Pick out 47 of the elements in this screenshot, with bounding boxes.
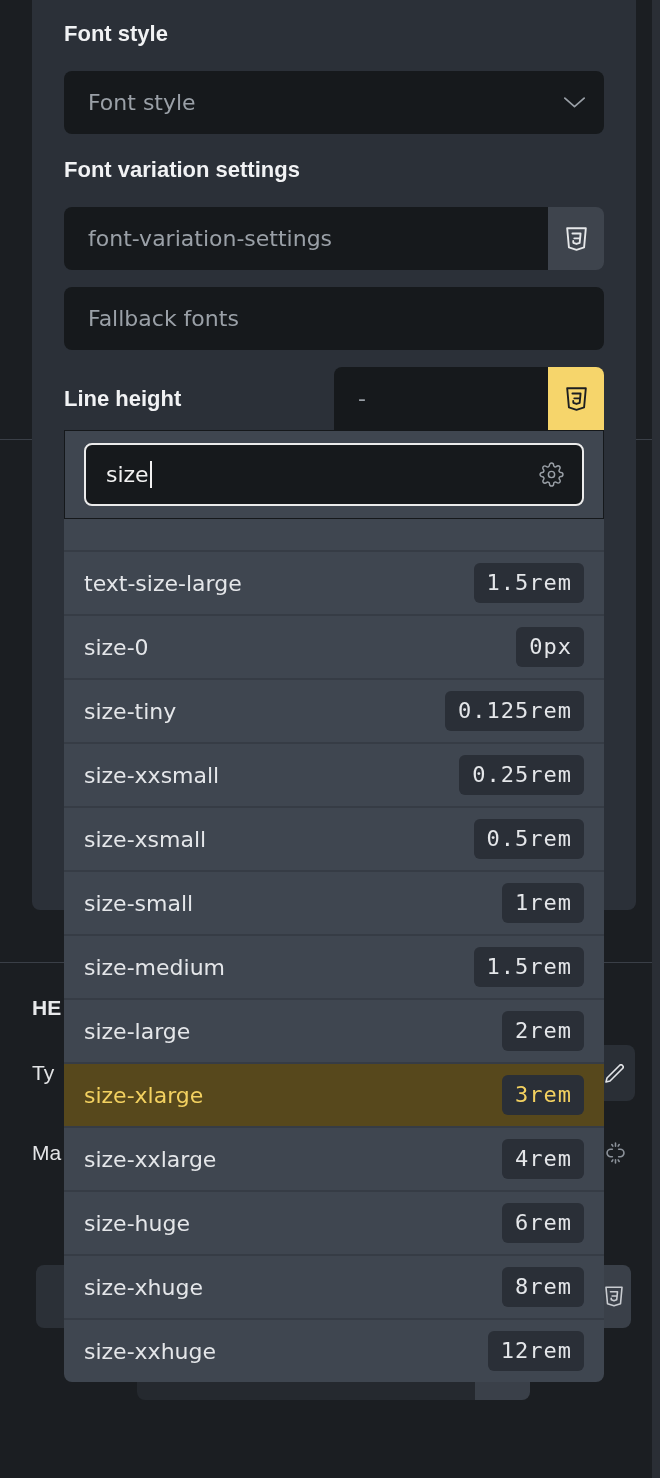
value-badge: 0.5rem bbox=[473, 819, 584, 859]
section-heading: HE bbox=[32, 995, 62, 1021]
select-field[interactable]: Font style bbox=[64, 71, 604, 134]
menu-option[interactable]: size-huge 6rem bbox=[64, 1190, 604, 1254]
menu-option[interactable]: size-xsmall 0.5rem bbox=[64, 806, 604, 870]
icon-button[interactable] bbox=[548, 367, 604, 430]
value-badge: 0.125rem bbox=[445, 691, 584, 731]
input-field[interactable]: Fallback fonts bbox=[64, 287, 604, 350]
menu-option[interactable]: text-size-large 1.5rem bbox=[64, 550, 604, 614]
field-label: Ty bbox=[32, 1060, 55, 1086]
pencil-icon bbox=[605, 1063, 624, 1083]
shield-icon bbox=[605, 1286, 623, 1307]
value-badge: 4rem bbox=[502, 1139, 584, 1179]
value-badge: 1rem bbox=[502, 883, 584, 923]
value-badge: 1.5rem bbox=[473, 947, 584, 987]
value-badge: 12rem bbox=[487, 1331, 584, 1371]
chevron-down-icon bbox=[564, 97, 585, 108]
menu-option[interactable]: size-tiny 0.125rem bbox=[64, 678, 604, 742]
settings-icon[interactable] bbox=[539, 462, 564, 487]
shield-icon bbox=[565, 226, 587, 251]
menu-option[interactable]: size-xxhuge 12rem bbox=[64, 1318, 604, 1382]
value-badge: 2rem bbox=[502, 1011, 584, 1051]
field-label: Line height bbox=[64, 385, 182, 412]
field-label: Font style bbox=[64, 21, 168, 47]
broken-link-icon[interactable] bbox=[606, 1142, 625, 1164]
field-label: Ma bbox=[32, 1140, 62, 1166]
value-badge: 1.5rem bbox=[473, 563, 584, 603]
menu-option[interactable]: size-0 0px bbox=[64, 614, 604, 678]
shield-icon bbox=[565, 386, 587, 411]
menu-option[interactable]: size-xxsmall 0.25rem bbox=[64, 742, 604, 806]
menu-option[interactable]: size-xhuge 8rem bbox=[64, 1254, 604, 1318]
search-field[interactable]: size bbox=[84, 443, 584, 506]
icon-button[interactable] bbox=[548, 207, 604, 270]
value-badge: 0.25rem bbox=[459, 755, 584, 795]
value-badge: 3rem bbox=[502, 1075, 584, 1115]
menu-option[interactable]: size-small 1rem bbox=[64, 870, 604, 934]
value-badge: 8rem bbox=[502, 1267, 584, 1307]
scrollbar-track[interactable] bbox=[652, 0, 660, 1478]
value-badge: 6rem bbox=[502, 1203, 584, 1243]
menu-option[interactable]: size-xxlarge 4rem bbox=[64, 1126, 604, 1190]
menu-option[interactable]: size-xlarge 3rem bbox=[64, 1062, 604, 1126]
field-label: Font variation settings bbox=[64, 157, 300, 183]
input-field[interactable]: - bbox=[334, 367, 548, 430]
input-field[interactable]: font-variation-settings bbox=[64, 207, 548, 270]
text-cursor-icon bbox=[149, 461, 152, 488]
menu-option[interactable]: size-medium 1.5rem bbox=[64, 934, 604, 998]
value-badge: 0px bbox=[516, 627, 584, 667]
